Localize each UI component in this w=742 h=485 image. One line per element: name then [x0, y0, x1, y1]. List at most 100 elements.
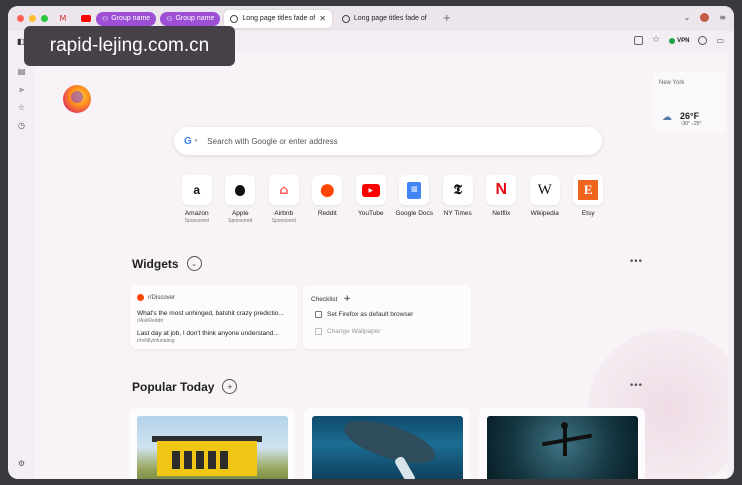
- gmail-icon: M: [59, 14, 67, 23]
- minimize-window-button[interactable]: [29, 15, 36, 22]
- sidebar-bookmarks-icon[interactable]: ☆: [17, 103, 26, 112]
- shortcut-etsy[interactable]: E Etsy: [567, 175, 611, 224]
- weather-temp: 26°F: [680, 111, 700, 121]
- reddit-post-title[interactable]: Last day at job, I don't think anyone un…: [137, 330, 297, 337]
- checklist-item[interactable]: Change Wallpaper: [315, 328, 381, 335]
- story-card[interactable]: [129, 408, 295, 479]
- tab-group-label: Group name: [111, 15, 151, 22]
- reddit-icon: ●: [312, 175, 343, 205]
- sponsored-label: Sponsored: [271, 218, 296, 224]
- shortcut-label: Airbnb: [274, 210, 294, 217]
- reddit-icon: [137, 294, 144, 301]
- profile-avatar[interactable]: [700, 13, 710, 22]
- sponsored-label: Sponsored: [184, 218, 209, 224]
- shortcut-apple[interactable]: Apple Sponsored: [219, 175, 263, 224]
- checklist-widget: Checklist + Set Firefox as default brows…: [303, 285, 471, 349]
- tab-title: Long page titles fade of: [353, 15, 427, 22]
- reddit-widget[interactable]: r/Discover What's the most unhinged, bat…: [130, 285, 298, 349]
- google-icon[interactable]: G: [184, 136, 192, 147]
- tab-group-1[interactable]: ⚇ Group name: [96, 11, 157, 26]
- nytimes-icon: 𝕿: [442, 175, 473, 205]
- shortcut-nytimes[interactable]: 𝕿 NY Times: [436, 175, 480, 224]
- shortcut-wikipedia[interactable]: W Wikipedia: [523, 175, 567, 224]
- tab-inactive[interactable]: Long page titles fade of: [336, 10, 433, 28]
- etsy-icon: E: [573, 175, 604, 205]
- checkbox[interactable]: [315, 328, 322, 335]
- shortcut-label: NY Times: [443, 210, 472, 217]
- search-input[interactable]: G ▾ Search with Google or enter address: [174, 127, 602, 155]
- tab-group-label: Group name: [175, 15, 215, 22]
- shortcut-youtube[interactable]: ▶ YouTube: [349, 175, 393, 224]
- sidebar-history-icon[interactable]: ◷: [17, 121, 26, 130]
- reddit-post-title[interactable]: What's the most unhinged, batshit crazy …: [137, 310, 297, 317]
- widgets-more-menu[interactable]: •••: [629, 257, 643, 267]
- checklist-item-label: Set Firefox as default browser: [327, 311, 414, 318]
- story-image-whale: [312, 416, 463, 479]
- story-card[interactable]: [479, 408, 645, 479]
- zoom-window-button[interactable]: [41, 15, 48, 22]
- globe-icon: [230, 14, 239, 23]
- story-card[interactable]: [304, 408, 470, 479]
- reddit-post-source: r/mildlyinfuriating: [137, 338, 175, 344]
- shortcut-reddit[interactable]: ● Reddit: [306, 175, 350, 224]
- checklist-item[interactable]: Set Firefox as default browser: [315, 311, 413, 318]
- sidebar-tabs-icon[interactable]: ▤: [17, 67, 26, 76]
- new-tab-page: New York ☁ 26°F ↑30° ↓25° G ▾ Search wit…: [35, 51, 728, 479]
- weather-widget[interactable]: New York ☁ 26°F ↑30° ↓25°: [653, 71, 726, 133]
- account-icon[interactable]: [698, 36, 708, 45]
- shortcuts-grid: a Amazon Sponsored Apple Sponsored ⌂ Air…: [175, 175, 610, 224]
- shortcut-label: Google Docs: [395, 210, 434, 217]
- add-checklist-item-button[interactable]: +: [343, 294, 351, 304]
- sidebar-settings-icon[interactable]: ⚙: [17, 459, 26, 468]
- wikipedia-icon: W: [529, 175, 560, 205]
- shortcut-label: Reddit: [317, 210, 337, 217]
- plus-icon: +: [227, 382, 233, 391]
- netflix-icon: N: [486, 175, 517, 205]
- add-topic-button[interactable]: +: [222, 379, 238, 394]
- chevron-down-icon[interactable]: ⌄: [684, 13, 691, 22]
- window-controls: [17, 15, 48, 22]
- shortcut-label: Etsy: [581, 210, 595, 217]
- page-info-icon[interactable]: [634, 36, 644, 45]
- apple-icon: [225, 175, 256, 205]
- widgets-header: Widgets ⌄: [132, 256, 202, 271]
- shortcut-label: YouTube: [357, 210, 384, 217]
- checkbox[interactable]: [315, 311, 322, 318]
- story-image-building: [137, 416, 288, 479]
- watermark-label: rapid-lejing.com.cn: [24, 26, 235, 66]
- story-image-dancer: [487, 416, 638, 479]
- new-tab-button[interactable]: +: [443, 13, 451, 24]
- shortcut-airbnb[interactable]: ⌂ Airbnb Sponsored: [262, 175, 306, 224]
- vpn-button[interactable]: VPN: [669, 37, 690, 44]
- tab-active[interactable]: Long page titles fade of ✕: [224, 9, 332, 28]
- youtube-icon: ▶: [355, 175, 386, 205]
- menu-icon[interactable]: ≡: [719, 13, 726, 22]
- pinned-tab-youtube[interactable]: [78, 12, 92, 26]
- shortcut-netflix[interactable]: N Netflix: [480, 175, 524, 224]
- search-placeholder: Search with Google or enter address: [207, 136, 338, 146]
- collapse-widgets-button[interactable]: ⌄: [186, 256, 202, 271]
- close-icon[interactable]: ✕: [319, 14, 326, 23]
- shortcut-google-docs[interactable]: ≡ Google Docs: [393, 175, 437, 224]
- tabbar-actions: ⌄ ≡: [684, 13, 726, 22]
- popular-more-menu[interactable]: •••: [629, 381, 643, 391]
- extensions-icon[interactable]: ▭: [716, 36, 724, 45]
- vpn-label: VPN: [677, 37, 690, 44]
- sidebar-ai-icon[interactable]: ⪢: [17, 85, 26, 94]
- sidebar: ▤ ⪢ ☆ ◷ ⚙: [8, 51, 35, 479]
- globe-icon: [341, 14, 350, 23]
- group-icon: ⚇: [166, 14, 173, 23]
- shortcut-label: Apple: [231, 210, 249, 217]
- chevron-down-icon: ⌄: [191, 259, 197, 268]
- shortcut-label: Amazon: [184, 210, 209, 217]
- google-docs-icon: ≡: [399, 175, 430, 205]
- close-window-button[interactable]: [17, 15, 24, 22]
- tab-group-2[interactable]: ⚇ Group name: [160, 11, 221, 26]
- youtube-icon: [81, 15, 91, 22]
- pinned-tab-gmail[interactable]: M: [56, 12, 70, 26]
- shortcut-amazon[interactable]: a Amazon Sponsored: [175, 175, 219, 224]
- chevron-down-icon[interactable]: ▾: [195, 138, 198, 144]
- bookmark-star-icon[interactable]: ☆: [652, 36, 660, 45]
- toolbar-actions: ☆ VPN ▭: [634, 36, 724, 45]
- reddit-widget-header: r/Discover: [137, 294, 175, 301]
